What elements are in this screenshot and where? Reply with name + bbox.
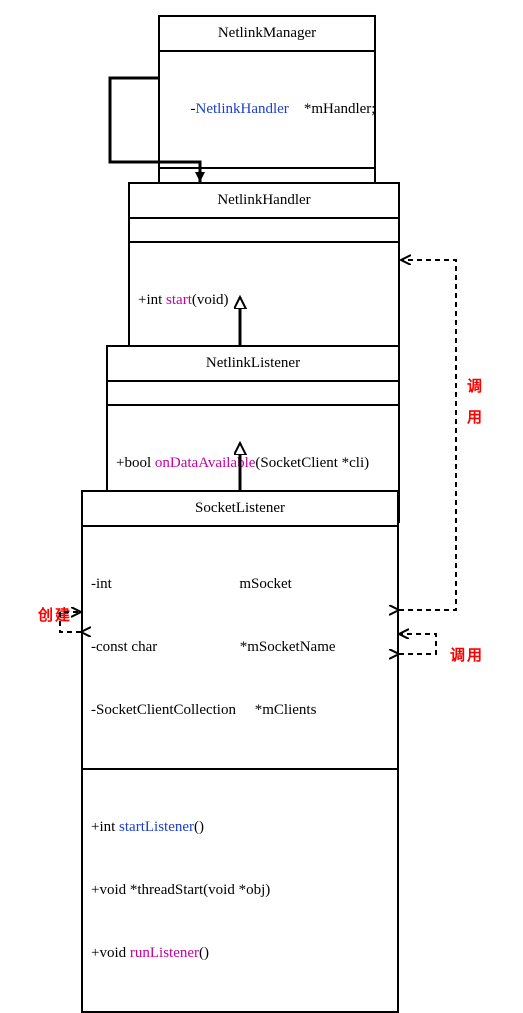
label-create: 创建 [38, 604, 72, 625]
class-title: NetlinkListener [108, 347, 398, 380]
class-attrs: -int mSocket -const char *mSocketName -S… [83, 525, 397, 768]
label-call-bottom: 调用 [450, 644, 484, 665]
class-title: SocketListener [83, 492, 397, 525]
class-ops: +int startListener() +void *threadStart(… [83, 768, 397, 1011]
class-title: NetlinkManager [160, 17, 374, 50]
dep-startlistener-to-start [399, 260, 456, 610]
class-socketlistener: SocketListener -int mSocket -const char … [81, 490, 399, 1013]
class-attrs [130, 217, 398, 241]
label-call-right: 调 用 [463, 378, 484, 430]
dep-runlistener-call [399, 634, 436, 654]
class-attrs [108, 380, 398, 404]
class-attrs: -NetlinkHandler *mHandler; [160, 50, 374, 167]
class-title: NetlinkHandler [130, 184, 398, 217]
